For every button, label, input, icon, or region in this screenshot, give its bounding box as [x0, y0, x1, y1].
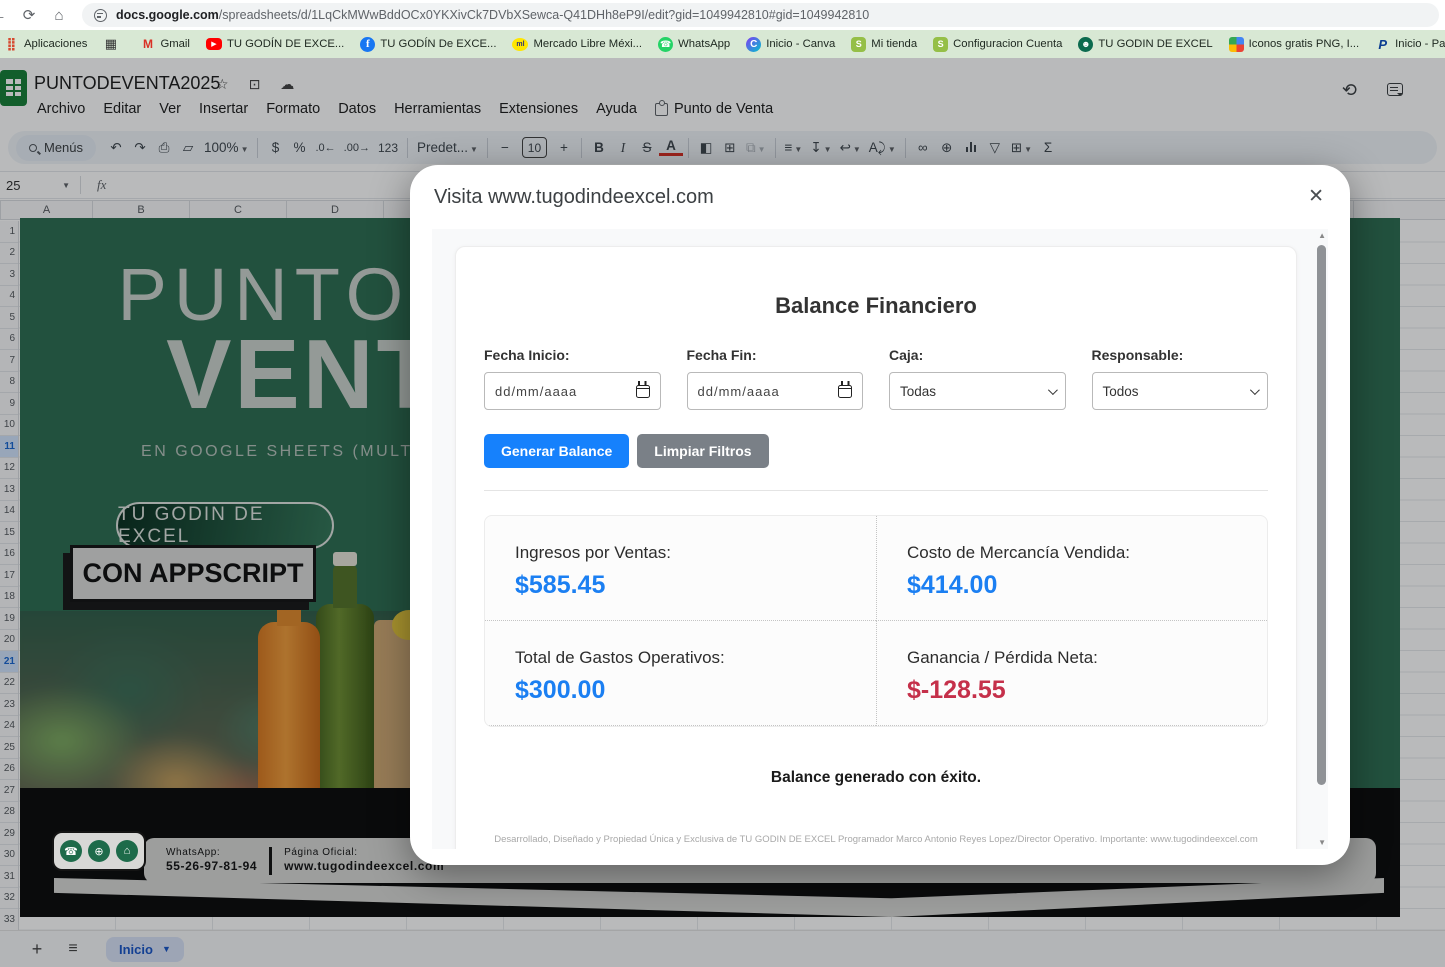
- youtube-icon: ▶: [206, 38, 222, 50]
- bookmark-label: TU GODÍN DE EXCE...: [227, 38, 344, 50]
- canva-icon: C: [746, 37, 761, 52]
- balance-card: Balance Financiero Fecha Inicio: dd/mm/a…: [455, 246, 1297, 849]
- scrollbar-thumb[interactable]: [1317, 245, 1326, 785]
- bookmark-label: Aplicaciones: [24, 38, 87, 50]
- paypal-icon: P: [1375, 37, 1390, 52]
- balance-heading: Balance Financiero: [484, 293, 1268, 319]
- facebook-icon: f: [360, 37, 375, 52]
- scroll-down-icon[interactable]: ▼: [1318, 838, 1326, 847]
- bookmark-label: Mi tienda: [871, 38, 917, 50]
- fecha-inicio-input[interactable]: dd/mm/aaaa: [484, 372, 661, 410]
- fecha-fin-label: Fecha Fin:: [687, 347, 864, 363]
- scroll-up-icon[interactable]: ▲: [1318, 231, 1326, 240]
- apps-grid-icon: ▦: [103, 37, 118, 52]
- responsable-label: Responsable:: [1092, 347, 1269, 363]
- bookmark-label: WhatsApp: [678, 38, 730, 50]
- bookmark-inicio-paypal[interactable]: P Inicio - PayPal: [1367, 37, 1445, 52]
- site-info-icon[interactable]: [94, 9, 107, 22]
- chevron-down-icon: [1047, 385, 1057, 395]
- bookmark-label: Mercado Libre Méxi...: [533, 38, 642, 50]
- bookmark-whatsapp[interactable]: ☎ WhatsApp: [650, 37, 738, 52]
- disclaimer-text: Desarrollado, Diseñado y Propiedad Única…: [484, 833, 1268, 849]
- metric-ganancia-p-rdida-neta: Ganancia / Pérdida Neta: $-128.55: [876, 621, 1267, 726]
- dialog-body: Balance Financiero Fecha Inicio: dd/mm/a…: [432, 229, 1328, 849]
- caja-label: Caja:: [889, 347, 1066, 363]
- bookmark-inicio-canva[interactable]: C Inicio - Canva: [738, 37, 843, 52]
- refresh-icon[interactable]: ⟳: [14, 6, 44, 24]
- dialog-title: Visita www.tugodindeexcel.com: [434, 186, 714, 209]
- bookmark-apps-grid[interactable]: ▦: [95, 37, 126, 52]
- metric-label: Ganancia / Pérdida Neta:: [907, 648, 1243, 668]
- results-panel: Ingresos por Ventas: $585.45 Costo de Merc…: [484, 515, 1268, 727]
- metric-costo-de-mercanc-a-vendida: Costo de Mercancía Vendida: $414.00: [876, 516, 1267, 621]
- metric-total-de-gastos-operativos: Total de Gastos Operativos: $300.00: [485, 621, 876, 726]
- back-icon[interactable]: ←: [0, 7, 14, 24]
- bookmark-configuracion-cuenta[interactable]: S Configuracion Cuenta: [925, 37, 1070, 52]
- fecha-inicio-label: Fecha Inicio:: [484, 347, 661, 363]
- whatsapp-icon: ☎: [658, 37, 673, 52]
- generar-balance-button[interactable]: Generar Balance: [484, 434, 629, 468]
- icons8-icon: [1229, 37, 1244, 52]
- mercadolibre-icon: ml: [512, 38, 528, 51]
- fecha-fin-input[interactable]: dd/mm/aaaa: [687, 372, 864, 410]
- metric-label: Total de Gastos Operativos:: [515, 648, 852, 668]
- apps-red-icon: ⣿: [4, 37, 19, 52]
- metric-label: Costo de Mercancía Vendida:: [907, 543, 1243, 563]
- limpiar-filtros-button[interactable]: Limpiar Filtros: [637, 434, 768, 468]
- bookmark-label: Configuracion Cuenta: [953, 38, 1062, 50]
- close-icon[interactable]: ✕: [1308, 185, 1324, 208]
- browser-address-bar: ← ⟳ ⌂ docs.google.com/spreadsheets/d/1Lq…: [0, 0, 1445, 30]
- bookmarks-bar: ⣿ Aplicaciones ▦ M Gmail ▶ TU GODÍN DE EXCE...…: [0, 30, 1445, 58]
- shopify-icon: S: [851, 37, 866, 52]
- bookmark-label: TU GODÍN De EXCE...: [380, 38, 496, 50]
- bookmark-label: Inicio - PayPal: [1395, 38, 1445, 50]
- bookmark-label: Iconos gratis PNG, I...: [1249, 38, 1360, 50]
- phone-icon: ☎: [60, 840, 82, 862]
- globe-icon: ⊕: [88, 840, 110, 862]
- url-bar[interactable]: docs.google.com/spreadsheets/d/1LqCkMWwB…: [82, 3, 1439, 27]
- metric-value: $414.00: [907, 571, 1243, 600]
- godin-icon: ☻: [1078, 37, 1093, 52]
- gmail-icon: M: [140, 37, 155, 52]
- bookmark-mi-tienda[interactable]: S Mi tienda: [843, 37, 925, 52]
- balance-dialog: Visita www.tugodindeexcel.com ✕ Balance …: [410, 165, 1350, 865]
- url-text: docs.google.com/spreadsheets/d/1LqCkMWwB…: [116, 8, 869, 22]
- bookmark-iconos-gratis-png-i[interactable]: Iconos gratis PNG, I...: [1221, 37, 1368, 52]
- metric-label: Ingresos por Ventas:: [515, 543, 852, 563]
- bookmark-tu-god-n-de-exce[interactable]: f TU GODÍN De EXCE...: [352, 37, 504, 52]
- home-icon[interactable]: ⌂: [44, 7, 74, 24]
- calendar-icon[interactable]: [636, 385, 650, 398]
- metric-value: $300.00: [515, 676, 852, 705]
- bookmark-tu-godin-de-excel[interactable]: ☻ TU GODIN DE EXCEL: [1070, 37, 1220, 52]
- bookmark-label: Gmail: [160, 38, 190, 50]
- bookmark-gmail[interactable]: M Gmail: [132, 37, 198, 52]
- bookmark-label: TU GODIN DE EXCEL: [1098, 38, 1212, 50]
- shopify-icon: S: [933, 37, 948, 52]
- metric-ingresos-por-ventas: Ingresos por Ventas: $585.45: [485, 516, 876, 621]
- chevron-down-icon: [1250, 385, 1260, 395]
- caja-select[interactable]: Todas: [889, 372, 1066, 410]
- metric-value: $-128.55: [907, 676, 1243, 705]
- status-message: Balance generado con éxito.: [484, 769, 1268, 787]
- bookmark-mercado-libre-m-xi[interactable]: ml Mercado Libre Méxi...: [504, 38, 650, 51]
- bookmark-tu-god-n-de-exce[interactable]: ▶ TU GODÍN DE EXCE...: [198, 38, 352, 50]
- divider: [484, 490, 1268, 491]
- metric-value: $585.45: [515, 571, 852, 600]
- home-icon: ⌂: [116, 840, 138, 862]
- contact-icons-box: ☎ ⊕ ⌂: [52, 831, 146, 871]
- bookmark-aplicaciones[interactable]: ⣿ Aplicaciones: [0, 37, 95, 52]
- calendar-icon[interactable]: [838, 385, 852, 398]
- bookmark-label: Inicio - Canva: [766, 38, 835, 50]
- responsable-select[interactable]: Todos: [1092, 372, 1269, 410]
